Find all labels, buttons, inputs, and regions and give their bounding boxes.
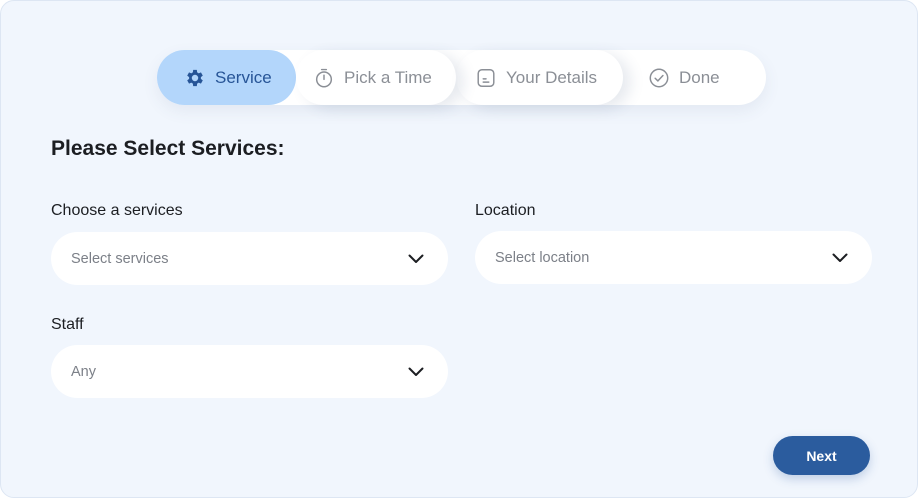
services-label: Choose a services — [51, 202, 183, 219]
booking-card: Service Pick a Time Your Details Done Pl… — [0, 0, 918, 498]
step-label: Service — [215, 67, 272, 87]
step-pick-a-time[interactable]: Pick a Time — [296, 50, 456, 105]
check-circle-icon — [648, 67, 670, 89]
step-your-details[interactable]: Your Details — [456, 50, 623, 105]
location-label: Location — [475, 202, 536, 219]
location-placeholder: Select location — [495, 249, 590, 266]
services-select[interactable]: Select services — [51, 232, 448, 285]
services-placeholder: Select services — [71, 250, 169, 267]
step-indicator: Service Pick a Time Your Details Done — [157, 50, 766, 105]
location-select[interactable]: Select location — [475, 231, 872, 284]
next-button[interactable]: Next — [773, 436, 870, 475]
document-icon — [475, 67, 497, 89]
step-label: Done — [679, 67, 720, 87]
gear-icon — [184, 67, 206, 89]
chevron-down-icon — [408, 254, 424, 264]
step-done[interactable]: Done — [623, 50, 766, 105]
page-title: Please Select Services: — [51, 137, 285, 160]
chevron-down-icon — [832, 253, 848, 263]
step-service[interactable]: Service — [157, 50, 296, 105]
step-label: Your Details — [506, 67, 598, 87]
staff-label: Staff — [51, 316, 84, 333]
chevron-down-icon — [408, 367, 424, 377]
staff-value: Any — [71, 363, 96, 380]
stopwatch-icon — [313, 67, 335, 89]
staff-select[interactable]: Any — [51, 345, 448, 398]
step-label: Pick a Time — [344, 67, 432, 87]
